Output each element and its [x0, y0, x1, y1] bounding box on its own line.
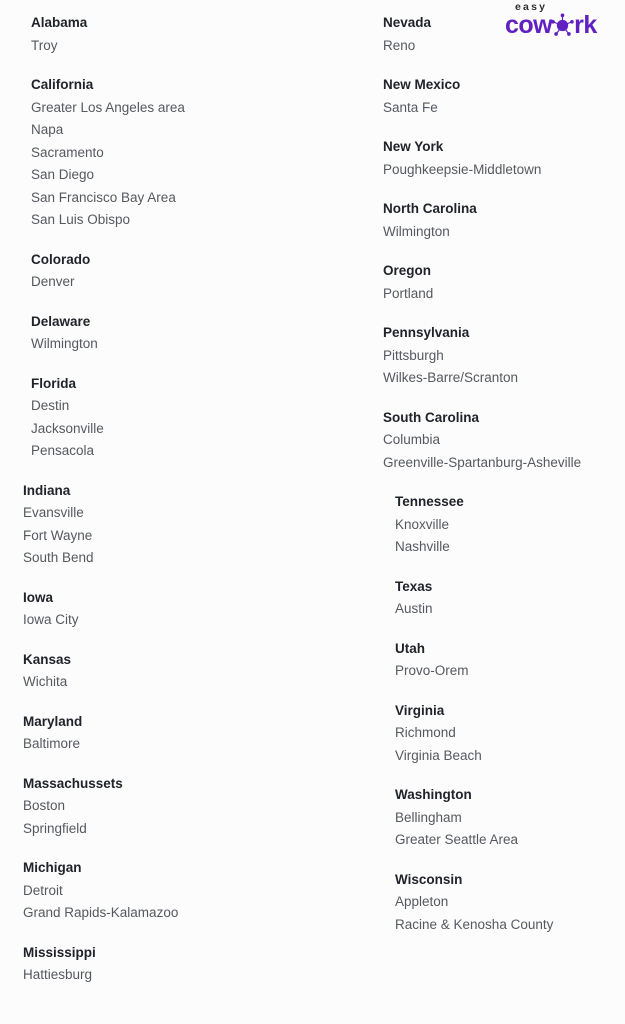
- city-location[interactable]: Denver: [31, 271, 360, 294]
- state-group: California Greater Los Angeles area Napa Sa…: [0, 74, 360, 232]
- state-name: Texas: [395, 578, 433, 594]
- city-location[interactable]: San Francisco Bay Area: [31, 187, 360, 210]
- state-group: Mississippi Hattiesburg: [0, 942, 360, 987]
- city-location[interactable]: Nashville: [395, 536, 625, 559]
- city-location[interactable]: Poughkeepsie-Middletown: [383, 159, 625, 182]
- locations-column-left: Alabama Troy California Greater Los Angeles…: [0, 0, 360, 1004]
- state-name: Nevada: [383, 15, 432, 30]
- state-name: Virginia: [395, 702, 445, 718]
- city-location[interactable]: Greenville-Spartanburg-Asheville: [383, 452, 625, 475]
- city-location[interactable]: Jacksonville: [31, 418, 360, 441]
- city-location[interactable]: Grand Rapids-Kalamazoo: [23, 902, 360, 925]
- city-location[interactable]: Pittsburgh: [383, 345, 625, 368]
- city-location[interactable]: Baltimore: [23, 733, 360, 756]
- city-location[interactable]: Wilmington: [31, 333, 360, 356]
- state-name: California: [31, 77, 94, 92]
- state-name: Colorado: [31, 251, 91, 267]
- state-name: Wisconsin: [395, 871, 463, 887]
- city-location[interactable]: Provo-Orem: [395, 660, 625, 683]
- state-name: Tennessee: [395, 494, 464, 509]
- city-location[interactable]: Greater Los Angeles area: [31, 97, 360, 120]
- city-location[interactable]: Fort Wayne: [23, 525, 360, 548]
- state-group: Utah Provo-Orem: [360, 638, 625, 683]
- city-location[interactable]: Evansville: [23, 502, 360, 525]
- state-group: Kansas Wichita: [0, 649, 360, 694]
- state-group: Washington Bellingham Greater Seattle Area: [360, 784, 625, 852]
- state-name: Pennsylvania: [383, 325, 470, 340]
- state-group: Colorado Denver: [0, 249, 360, 294]
- city-location[interactable]: South Bend: [23, 547, 360, 570]
- city-location[interactable]: Greater Seattle Area: [395, 829, 625, 852]
- city-location[interactable]: Wilkes-Barre/Scranton: [383, 367, 625, 390]
- state-name: Oregon: [383, 263, 432, 278]
- city-location[interactable]: Appleton: [395, 891, 625, 914]
- state-group: Nevada Reno: [360, 12, 625, 57]
- state-group: Virginia Richmond Virginia Beach: [360, 700, 625, 768]
- city-location[interactable]: Wichita: [23, 671, 360, 694]
- state-name: New York: [383, 139, 444, 154]
- state-group: Iowa Iowa City: [0, 587, 360, 632]
- city-location[interactable]: Columbia: [383, 429, 625, 452]
- city-location[interactable]: Hattiesburg: [23, 964, 360, 987]
- state-group: Indiana Evansville Fort Wayne South Bend: [0, 480, 360, 570]
- state-group: Texas Austin: [360, 576, 625, 621]
- state-name: Washington: [395, 787, 472, 802]
- city-location[interactable]: Virginia Beach: [395, 745, 625, 768]
- city-location[interactable]: Destin: [31, 395, 360, 418]
- city-location[interactable]: Reno: [383, 35, 625, 58]
- state-name: Maryland: [23, 713, 83, 729]
- city-location[interactable]: Racine & Kenosha County: [395, 914, 625, 937]
- city-location[interactable]: Springfield: [23, 818, 360, 841]
- state-group: Maryland Baltimore: [0, 711, 360, 756]
- city-location[interactable]: Napa: [31, 119, 360, 142]
- state-group: Massachussets Boston Springfield: [0, 773, 360, 841]
- state-name: Utah: [395, 640, 425, 656]
- city-location[interactable]: Troy: [31, 35, 360, 58]
- city-location[interactable]: Portland: [383, 283, 625, 306]
- state-name: Alabama: [31, 15, 88, 30]
- city-location[interactable]: Santa Fe: [383, 97, 625, 120]
- city-location[interactable]: Iowa City: [23, 609, 360, 632]
- city-location[interactable]: Austin: [395, 598, 625, 621]
- city-location[interactable]: San Diego: [31, 164, 360, 187]
- state-name: Kansas: [23, 651, 72, 667]
- state-group: Michigan Detroit Grand Rapids-Kalamazoo: [0, 857, 360, 925]
- state-name: Mississippi: [23, 944, 96, 960]
- state-group: Florida Destin Jacksonville Pensacola: [0, 373, 360, 463]
- state-name: Indiana: [23, 482, 71, 498]
- state-name: Iowa: [23, 589, 54, 605]
- state-name: New Mexico: [383, 77, 461, 92]
- state-name: Delaware: [31, 313, 91, 329]
- state-group: Tennessee Knoxville Nashville: [360, 491, 625, 559]
- state-group: South Carolina Columbia Greenville-Spartan…: [360, 407, 625, 475]
- state-group: New Mexico Santa Fe: [360, 74, 625, 119]
- city-location[interactable]: Sacramento: [31, 142, 360, 165]
- city-location[interactable]: Boston: [23, 795, 360, 818]
- city-location[interactable]: San Luis Obispo: [31, 209, 360, 232]
- city-location[interactable]: Richmond: [395, 722, 625, 745]
- state-group: New York Poughkeepsie-Middletown: [360, 136, 625, 181]
- city-location[interactable]: Bellingham: [395, 807, 625, 830]
- state-name: Florida: [31, 375, 77, 391]
- state-group: Alabama Troy: [0, 12, 360, 57]
- locations-column-right: Nevada Reno New Mexico Santa Fe New York Poug…: [360, 0, 625, 953]
- state-name: South Carolina: [383, 409, 480, 425]
- city-location[interactable]: Wilmington: [383, 221, 625, 244]
- state-name: Michigan: [23, 860, 82, 875]
- city-location[interactable]: Detroit: [23, 880, 360, 903]
- state-group: Wisconsin Appleton Racine & Kenosha County: [360, 869, 625, 937]
- state-group: Delaware Wilmington: [0, 311, 360, 356]
- state-group: North Carolina Wilmington: [360, 198, 625, 243]
- city-location[interactable]: Pensacola: [31, 440, 360, 463]
- state-group: Pennsylvania Pittsburgh Wilkes-Barre/Scran…: [360, 322, 625, 390]
- state-name: North Carolina: [383, 201, 477, 216]
- city-location[interactable]: Knoxville: [395, 514, 625, 537]
- state-group: Oregon Portland: [360, 260, 625, 305]
- state-name: Massachussets: [23, 775, 123, 791]
